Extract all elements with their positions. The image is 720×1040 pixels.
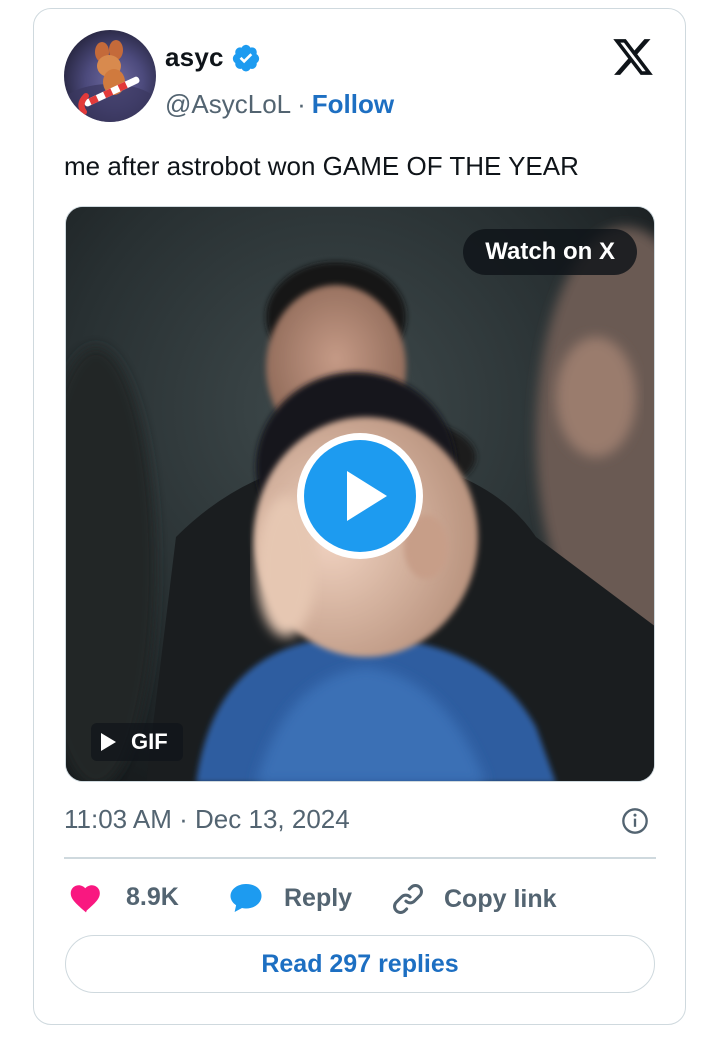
- verified-badge-icon: [232, 44, 259, 71]
- heart-icon: [70, 885, 100, 913]
- handle-row: @AsycLoL · Follow: [165, 89, 394, 120]
- author-row: asyc: [165, 42, 261, 73]
- reply-bubble-icon: [230, 883, 262, 913]
- read-replies-button[interactable]: Read 297 replies: [65, 935, 655, 993]
- divider: [64, 857, 656, 859]
- gif-media[interactable]: Watch on X GIF: [65, 206, 655, 782]
- tweet-card: asyc @AsycLoL · Follow me after astrobot…: [33, 8, 686, 1025]
- like-count: 8.9K: [126, 882, 179, 911]
- reply-label: Reply: [284, 883, 353, 912]
- author-handle[interactable]: @AsycLoL: [165, 89, 291, 120]
- follow-button[interactable]: Follow: [312, 89, 394, 120]
- play-triangle-icon: [101, 733, 116, 751]
- gif-badge[interactable]: GIF: [91, 723, 183, 761]
- copy-link-label: Copy link: [444, 884, 557, 913]
- copy-link-button[interactable]: Copy link: [390, 881, 557, 917]
- separator-dot: ·: [297, 89, 306, 119]
- author-name[interactable]: asyc: [165, 42, 224, 73]
- info-icon[interactable]: [621, 807, 649, 835]
- reply-button[interactable]: Reply: [228, 881, 352, 915]
- x-logo-icon[interactable]: [611, 35, 655, 79]
- avatar[interactable]: [64, 30, 156, 122]
- like-button[interactable]: 8.9K: [68, 881, 179, 913]
- link-icon: [393, 884, 423, 914]
- watch-on-x-button[interactable]: Watch on X: [463, 229, 637, 275]
- gif-label: GIF: [131, 729, 168, 754]
- avatar-image: [64, 40, 156, 122]
- play-circle-icon[interactable]: [295, 431, 425, 561]
- tweet-timestamp[interactable]: 11:03 AM · Dec 13, 2024: [64, 804, 350, 835]
- tweet-text: me after astrobot won GAME OF THE YEAR: [64, 151, 579, 181]
